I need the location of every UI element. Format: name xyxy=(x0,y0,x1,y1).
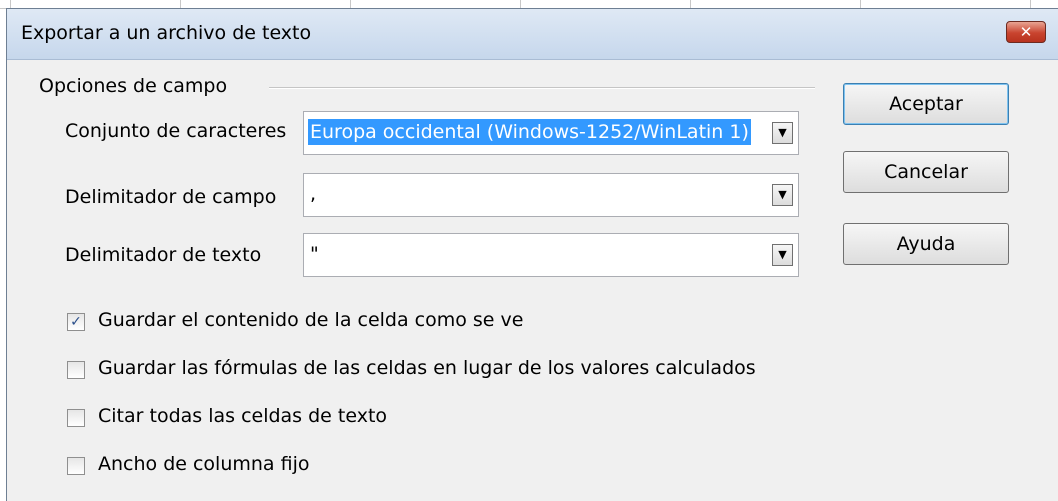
sheet-column-divider xyxy=(10,0,11,8)
save-as-shown-option[interactable]: ✓ Guardar el contenido de la celda como … xyxy=(67,309,787,335)
sheet-column-divider xyxy=(350,0,351,8)
sheet-column-divider xyxy=(1030,0,1031,8)
sheet-column-divider xyxy=(180,0,181,8)
accept-button[interactable]: Aceptar xyxy=(843,83,1009,125)
sheet-column-divider xyxy=(690,0,691,8)
dialog-title: Exportar a un archivo de texto xyxy=(21,22,312,44)
close-icon: ✕ xyxy=(1019,23,1033,41)
charset-label: Conjunto de caracteres xyxy=(65,120,287,142)
title-bar[interactable]: Exportar a un archivo de texto ✕ xyxy=(7,9,1058,60)
save-formulas-label: Guardar las fórmulas de las celdas en lu… xyxy=(98,359,756,379)
cancel-button[interactable]: Cancelar xyxy=(843,151,1009,193)
field-delimiter-label: Delimitador de campo xyxy=(65,186,277,208)
quote-text-cells-label: Citar todas las celdas de texto xyxy=(98,405,388,427)
save-formulas-checkbox[interactable] xyxy=(67,361,85,379)
group-divider xyxy=(269,87,815,89)
save-formulas-option[interactable]: Guardar las fórmulas de las celdas en lu… xyxy=(67,359,777,387)
fixed-column-width-label: Ancho de columna fijo xyxy=(98,453,310,475)
quote-text-cells-checkbox[interactable] xyxy=(67,409,85,427)
export-text-dialog: Exportar a un archivo de texto ✕ Opcione… xyxy=(6,8,1058,501)
field-options-group-label: Opciones de campo xyxy=(39,75,228,97)
charset-select[interactable]: Europa occidental (Windows-1252/WinLatin… xyxy=(303,111,799,155)
fixed-column-width-option[interactable]: Ancho de columna fijo xyxy=(67,453,787,479)
save-as-shown-checkbox[interactable]: ✓ xyxy=(67,313,85,331)
close-button[interactable]: ✕ xyxy=(1006,21,1046,43)
text-delimiter-value: " xyxy=(310,243,319,265)
text-delimiter-label: Delimitador de texto xyxy=(65,244,262,266)
field-delimiter-value: , xyxy=(310,183,317,205)
sheet-column-divider xyxy=(860,0,861,8)
charset-value: Europa occidental (Windows-1252/WinLatin… xyxy=(308,119,751,145)
chevron-down-icon[interactable]: ▼ xyxy=(772,244,793,266)
fixed-column-width-checkbox[interactable] xyxy=(67,457,85,475)
help-button[interactable]: Ayuda xyxy=(843,223,1009,265)
chevron-down-icon[interactable]: ▼ xyxy=(772,122,793,144)
text-delimiter-select[interactable]: " ▼ xyxy=(303,233,799,277)
quote-text-cells-option[interactable]: Citar todas las celdas de texto xyxy=(67,405,787,431)
save-as-shown-label: Guardar el contenido de la celda como se… xyxy=(98,309,524,331)
sheet-column-divider xyxy=(520,0,521,8)
field-delimiter-select[interactable]: , ▼ xyxy=(303,173,799,217)
chevron-down-icon[interactable]: ▼ xyxy=(772,184,793,206)
